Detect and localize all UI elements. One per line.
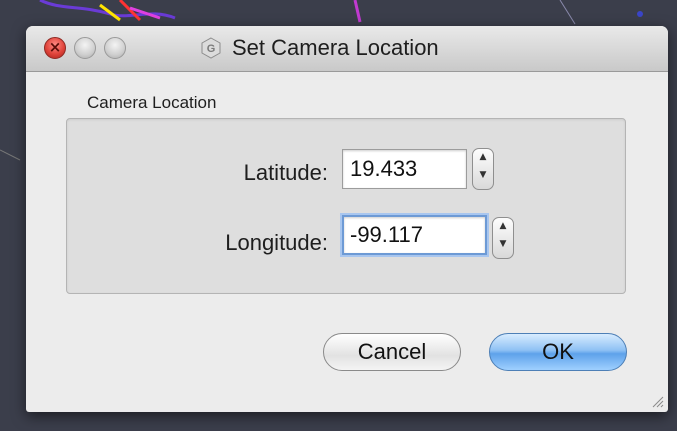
latitude-label: Latitude: (243, 160, 328, 185)
minimize-button[interactable] (74, 37, 96, 59)
longitude-stepper[interactable]: ▲ ▼ (492, 217, 514, 259)
stepper-down-icon[interactable]: ▼ (473, 166, 493, 186)
latitude-field[interactable]: 19.433 (342, 149, 467, 189)
group-title: Camera Location (87, 93, 217, 112)
close-button[interactable]: × (44, 37, 66, 59)
window-title: Set Camera Location (232, 35, 439, 60)
svg-text:G: G (207, 43, 216, 55)
latitude-stepper[interactable]: ▲ ▼ (472, 148, 494, 190)
zoom-button[interactable] (104, 37, 126, 59)
g-hexagon-icon: G (201, 37, 221, 59)
ok-button[interactable]: OK (489, 333, 627, 371)
longitude-label: Longitude: (225, 230, 328, 255)
title-bar[interactable]: × G Set Camera Location (26, 26, 668, 72)
stepper-down-icon[interactable]: ▼ (493, 235, 513, 255)
cancel-button[interactable]: Cancel (323, 333, 461, 371)
longitude-field[interactable]: -99.117 (342, 215, 487, 255)
dialog-window: × G Set Camera Location Camera Location … (26, 26, 668, 412)
resize-grip-icon[interactable] (650, 394, 664, 408)
close-icon: × (48, 38, 62, 56)
camera-location-group (66, 118, 626, 294)
